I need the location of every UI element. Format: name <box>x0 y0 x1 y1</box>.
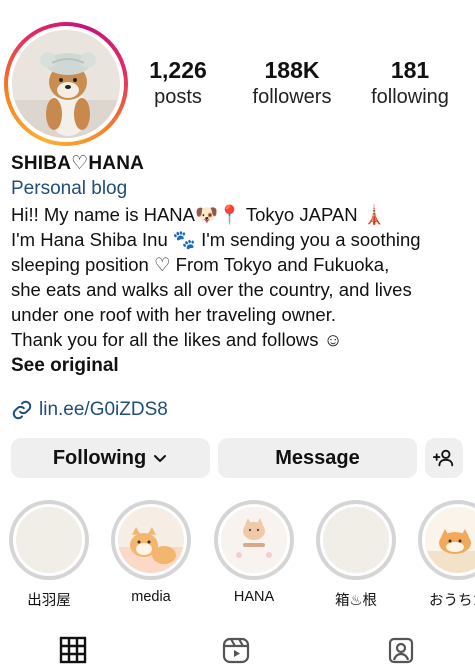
followers-label: followers <box>252 86 332 108</box>
highlight-ring <box>316 500 396 580</box>
see-original-link[interactable]: See original <box>11 353 471 379</box>
highlight-cover <box>221 507 287 573</box>
tab-posts-grid[interactable] <box>59 636 89 666</box>
tab-tagged[interactable] <box>387 636 417 666</box>
posts-stat[interactable]: 1,226 posts <box>140 56 216 110</box>
bio-link[interactable]: lin.ee/G0iZDS8 <box>11 396 168 424</box>
highlight-label: おうちカ <box>429 593 475 609</box>
following-label: following <box>371 86 449 108</box>
message-button[interactable]: Message <box>218 438 417 478</box>
highlight-item[interactable]: HANA <box>212 500 296 605</box>
bio-line: Thank you for all the likes and follows … <box>11 329 343 350</box>
profile-category[interactable]: Personal blog <box>11 176 471 202</box>
bio-line: she eats and walks all over the country,… <box>11 279 412 300</box>
highlight-ring <box>111 500 191 580</box>
highlight-ring <box>418 500 475 580</box>
bio-line: Hi!! My name is HANA🐶📍 Tokyo JAPAN 🗼 <box>11 204 386 225</box>
highlight-cover <box>16 507 82 573</box>
profile-bio: SHIBA♡HANA Personal blog Hi!! My name is… <box>11 152 471 379</box>
link-icon <box>12 400 32 420</box>
highlight-item[interactable]: おうちカ <box>416 500 475 610</box>
bio-line: I'm Hana Shiba Inu 🐾 I'm sending you a s… <box>11 229 421 250</box>
highlight-label: media <box>131 589 171 605</box>
followers-count: 188K <box>264 57 320 83</box>
message-button-label: Message <box>275 446 360 469</box>
tab-reels[interactable] <box>222 636 252 666</box>
display-name: SHIBA♡HANA <box>11 153 145 174</box>
reels-icon <box>222 637 250 664</box>
highlight-ring <box>9 500 89 580</box>
highlight-cover <box>323 507 389 573</box>
link-text: lin.ee/G0iZDS8 <box>39 399 168 420</box>
chevron-down-icon <box>154 455 167 462</box>
story-ring-avatar[interactable] <box>4 22 128 146</box>
following-button[interactable]: Following <box>11 438 210 478</box>
highlight-label: HANA <box>233 589 275 605</box>
highlight-cover <box>425 507 475 573</box>
add-person-icon <box>433 449 454 467</box>
profile-header: 1,226 posts 188K followers 181 following <box>0 0 475 150</box>
following-stat[interactable]: 181 following <box>366 56 454 110</box>
highlight-cover <box>118 507 184 573</box>
profile-avatar[interactable] <box>12 30 120 138</box>
following-count: 181 <box>390 57 430 83</box>
posts-label: posts <box>154 86 202 108</box>
followers-stat[interactable]: 188K followers <box>246 56 338 110</box>
profile-tab-bar <box>0 630 475 669</box>
grid-icon <box>59 636 87 664</box>
suggest-people-button[interactable] <box>425 438 463 478</box>
highlight-item[interactable]: 箱♨根 <box>314 500 398 610</box>
following-button-label: Following <box>52 446 147 469</box>
highlight-label: 出羽屋 <box>27 593 71 609</box>
highlight-ring <box>214 500 294 580</box>
bio-line: sleeping position ♡ From Tokyo and Fukuo… <box>11 254 390 275</box>
highlight-item[interactable]: media <box>109 500 193 605</box>
highlight-item[interactable]: 出羽屋 <box>7 500 91 610</box>
highlight-label: 箱♨根 <box>335 593 377 609</box>
profile-stats: 1,226 posts 188K followers 181 following <box>140 56 475 116</box>
bio-line: under one roof with her traveling owner. <box>11 304 336 325</box>
tagged-icon <box>388 637 414 664</box>
posts-count: 1,226 <box>149 57 207 83</box>
